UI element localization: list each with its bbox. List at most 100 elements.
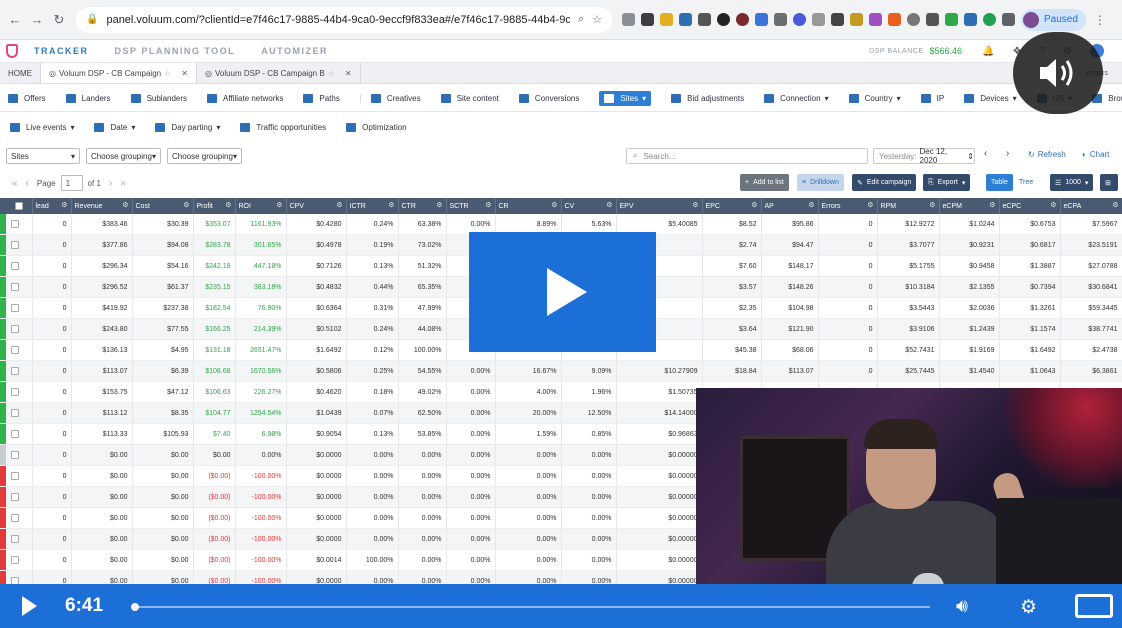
column-header-revenue[interactable]: Revenue ⚙ [71, 198, 133, 214]
close-icon[interactable]: ✕ [345, 69, 352, 78]
grouping-select-2[interactable]: Choose grouping ▾ [86, 148, 161, 164]
live-events[interactable]: Live events ▾ [10, 123, 74, 132]
entity-affiliate-networks[interactable]: Affiliate networks [207, 93, 283, 103]
entity-conversions[interactable]: Conversions [518, 93, 579, 103]
row-checkbox[interactable] [11, 556, 19, 565]
video-progress-thumb[interactable] [130, 603, 139, 611]
grouping-select-1[interactable]: Sites ▾ [6, 148, 80, 164]
last-page-icon[interactable]: » [120, 178, 126, 189]
star-icon[interactable]: ☆ [328, 69, 335, 78]
column-header-cost[interactable]: Cost ⚙ [132, 198, 194, 214]
puzzle-icon[interactable] [1002, 13, 1015, 26]
column-header-epv[interactable]: EPV ⚙ [616, 198, 703, 214]
next-page-icon[interactable]: › [109, 178, 112, 189]
chart-button[interactable]: ◐ Chart [1082, 150, 1109, 159]
column-header-ap[interactable]: AP ⚙ [761, 198, 819, 214]
search-input[interactable]: ⌕ Search... [626, 148, 868, 164]
entity-paths[interactable]: Paths [303, 93, 340, 103]
extension-icon[interactable] [945, 13, 958, 26]
columns-button[interactable]: ⊞ [1100, 174, 1118, 191]
column-settings-icon[interactable]: ⚙ [867, 201, 873, 209]
nav-dsp-planning-tool[interactable]: DSP PLANNING TOOL [115, 46, 236, 56]
row-select-cell[interactable] [0, 528, 33, 551]
bell-icon[interactable]: 🔔 [982, 46, 994, 57]
drilldown-button[interactable]: ≡ Drilldown [797, 174, 844, 191]
star-icon[interactable]: ☆ [164, 69, 171, 78]
fullscreen-icon[interactable] [1075, 594, 1113, 618]
rows-per-page-select[interactable]: ☰ 1000 ▾ [1050, 174, 1094, 191]
row-select-cell[interactable] [0, 255, 33, 278]
select-all-checkbox[interactable] [15, 202, 23, 210]
column-header-errors[interactable]: Errors ⚙ [818, 198, 878, 214]
row-select-cell[interactable] [0, 507, 33, 530]
extension-icon[interactable] [698, 13, 711, 26]
extension-icon[interactable] [793, 13, 806, 26]
entity-creatives[interactable]: Creatives [359, 93, 421, 103]
column-settings-icon[interactable]: ⚙ [436, 201, 442, 209]
tree-view-button[interactable]: Tree [1014, 174, 1038, 191]
column-header-ecpa[interactable]: eCPA ⚙ [1060, 198, 1122, 214]
date-menu[interactable]: Date ▾ [94, 123, 135, 132]
column-settings-icon[interactable]: ⚙ [551, 201, 557, 209]
entity-devices[interactable]: Devices ▾ [964, 93, 1017, 103]
row-select-cell[interactable] [0, 423, 33, 446]
nav-tracker[interactable]: TRACKER [34, 46, 89, 56]
volume-icon[interactable]: 🔊︎ [956, 596, 968, 618]
extension-icon[interactable] [964, 13, 977, 26]
column-header-cpv[interactable]: CPV ⚙ [286, 198, 347, 214]
day-parting[interactable]: Day parting ▾ [155, 123, 220, 132]
column-header-cr[interactable]: CR ⚙ [495, 198, 562, 214]
settings-icon[interactable]: ⚙ [1020, 596, 1037, 619]
extension-icon[interactable] [736, 13, 749, 26]
row-checkbox[interactable] [11, 535, 19, 544]
row-select-cell[interactable] [0, 214, 33, 236]
row-checkbox[interactable] [11, 262, 19, 271]
play-icon[interactable] [22, 596, 37, 616]
page-input[interactable]: 1 [60, 175, 83, 191]
row-checkbox[interactable] [11, 346, 19, 355]
entity-country[interactable]: Country ▾ [848, 93, 901, 103]
video-progress-track[interactable] [130, 603, 930, 611]
add-to-list-button[interactable]: + Add to list [740, 174, 789, 191]
entity-ip[interactable]: IP [920, 93, 944, 103]
extension-icon[interactable] [679, 13, 692, 26]
tab-home[interactable]: HOME [0, 63, 41, 83]
row-checkbox[interactable] [11, 388, 19, 397]
row-select-cell[interactable] [0, 465, 33, 488]
traffic-opportunities[interactable]: Traffic opportunities [240, 123, 326, 132]
next-date-icon[interactable]: › [1006, 148, 1009, 159]
zoom-icon[interactable]: ⌕ [578, 13, 584, 26]
row-checkbox[interactable] [11, 304, 19, 313]
column-settings-icon[interactable]: ⚙ [1112, 201, 1118, 209]
entity-landers[interactable]: Landers [65, 93, 111, 103]
video-play-overlay[interactable] [469, 232, 656, 352]
forward-icon[interactable]: → [26, 12, 48, 27]
column-settings-icon[interactable]: ⚙ [929, 201, 935, 209]
extension-icon[interactable] [641, 13, 654, 26]
column-settings-icon[interactable]: ⚙ [225, 201, 231, 209]
close-icon[interactable]: ✕ [181, 69, 188, 78]
row-select-cell[interactable] [0, 402, 33, 425]
grouping-select-3[interactable]: Choose grouping ▾ [167, 148, 242, 164]
column-header-profit[interactable]: Profit ⚙ [193, 198, 236, 214]
prev-page-icon[interactable]: ‹ [26, 178, 29, 189]
row-checkbox[interactable] [11, 325, 19, 334]
column-settings-icon[interactable]: ⚙ [692, 201, 698, 209]
column-settings-icon[interactable]: ⚙ [485, 201, 491, 209]
tab-campaign[interactable]: ◎ Voluum DSP - CB Campaign ☆ ✕ [41, 63, 197, 83]
extension-icon[interactable] [717, 13, 730, 26]
row-checkbox[interactable] [11, 430, 19, 439]
column-settings-icon[interactable]: ⚙ [808, 201, 814, 209]
column-header-epc[interactable]: EPC ⚙ [702, 198, 762, 214]
column-settings-icon[interactable]: ⚙ [989, 201, 995, 209]
extension-icon[interactable] [907, 13, 920, 26]
row-checkbox[interactable] [11, 409, 19, 418]
prev-date-icon[interactable]: ‹ [984, 148, 987, 159]
column-settings-icon[interactable]: ⚙ [183, 201, 189, 209]
extension-icon[interactable] [660, 13, 673, 26]
entity-sites[interactable]: Sites ▾ [599, 90, 652, 106]
row-select-cell[interactable] [0, 276, 33, 299]
row-checkbox[interactable] [11, 367, 19, 376]
row-checkbox[interactable] [11, 283, 19, 292]
tab-campaign-b[interactable]: ◎ Voluum DSP - CB Campaign B ☆ ✕ [197, 63, 361, 83]
